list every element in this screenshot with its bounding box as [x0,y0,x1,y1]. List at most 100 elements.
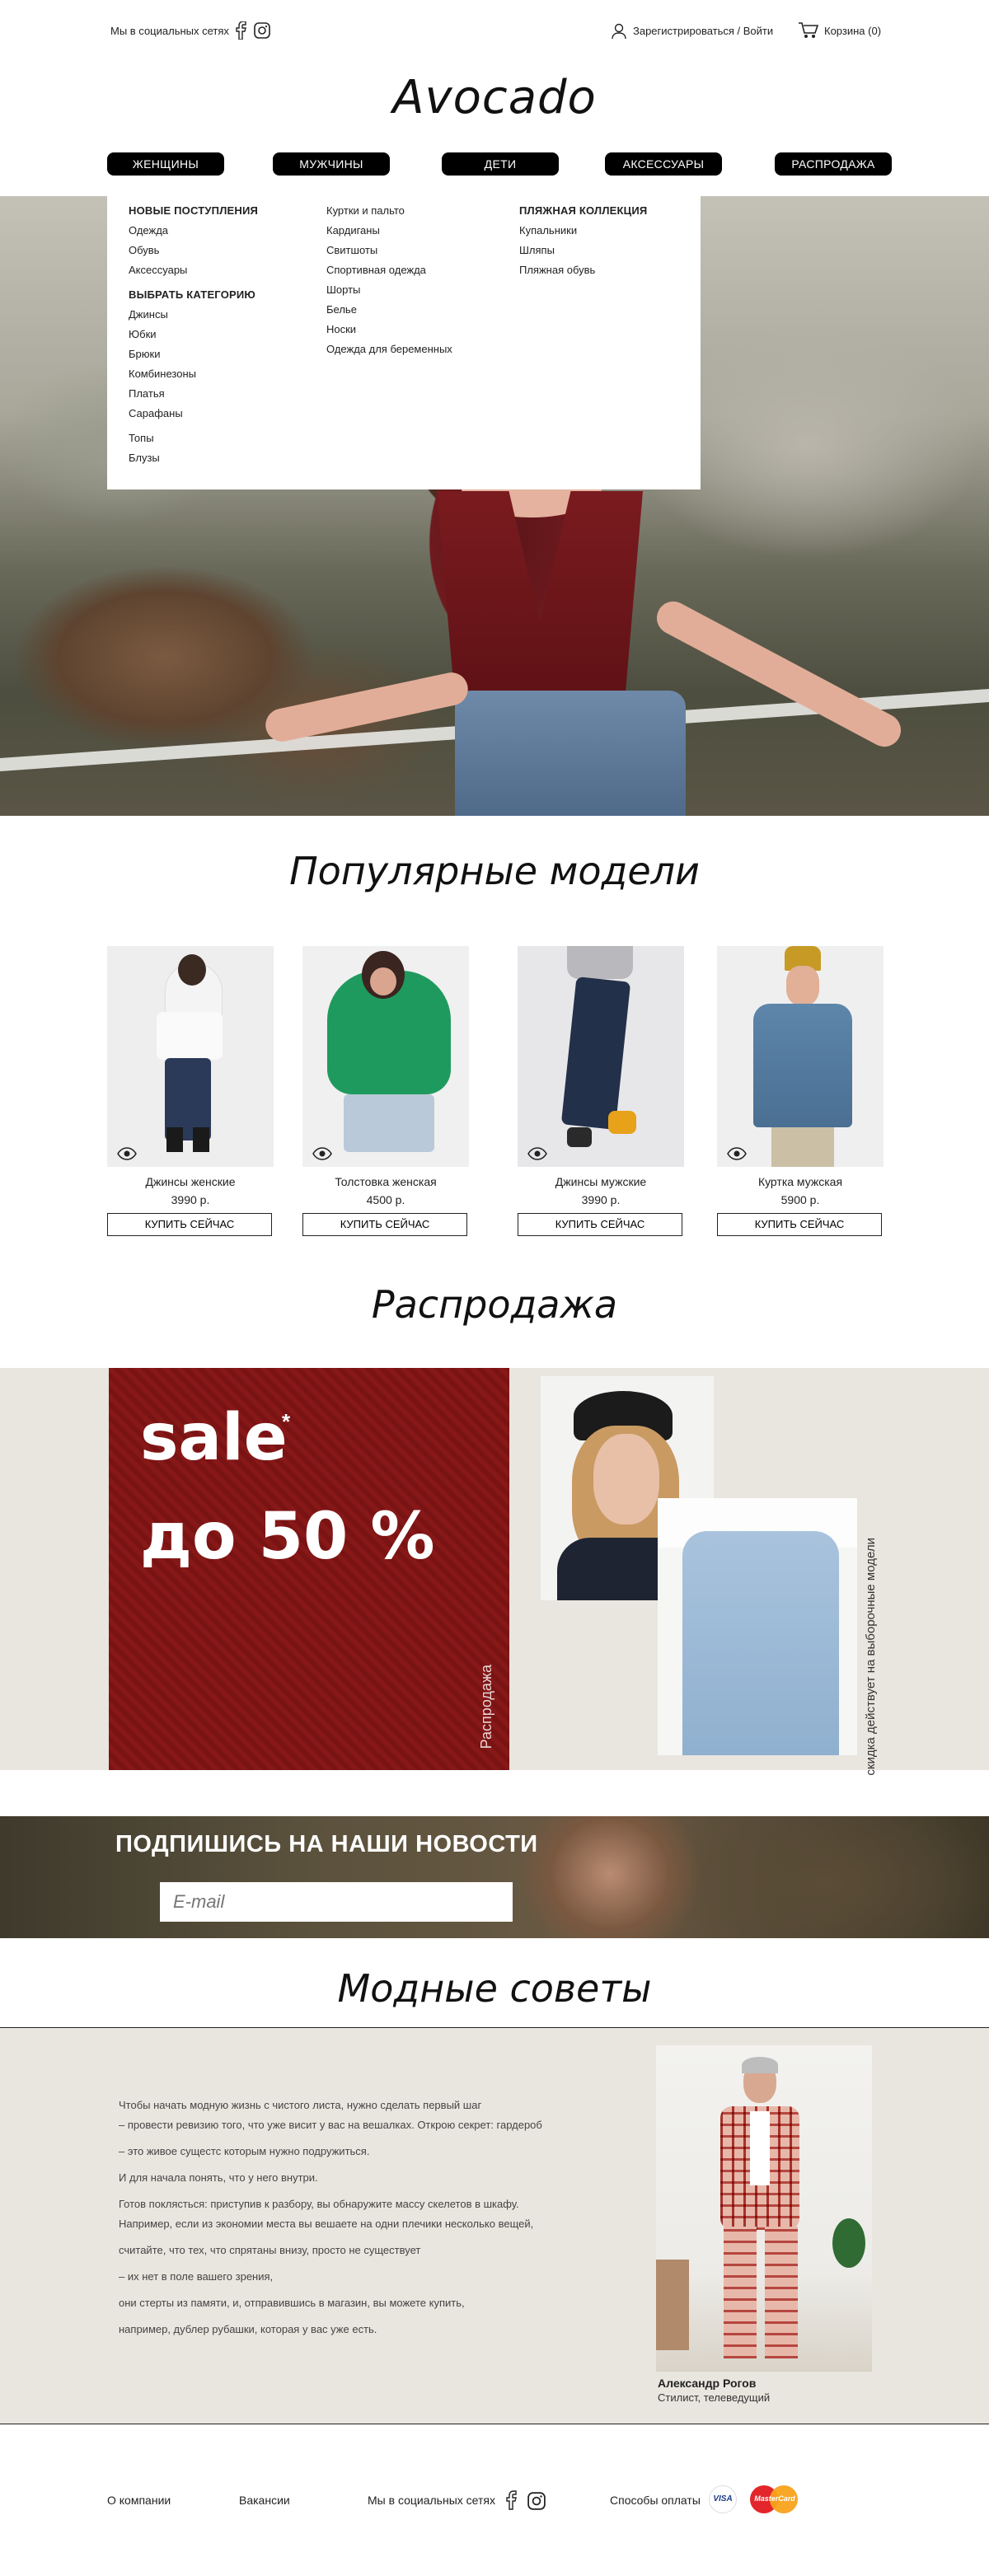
dropdown-item[interactable]: Юбки [129,325,258,344]
cart-icon[interactable] [798,21,819,40]
author-role: Стилист, телеведущий [658,2391,771,2404]
tip-text-line: они стерты из памяти, и, отправившись в … [119,2297,465,2309]
product-price: 3990 р. [581,1193,621,1206]
eye-icon[interactable] [727,1147,747,1160]
dropdown-item[interactable]: Комбинезоны [129,364,258,384]
dropdown-item[interactable]: Носки [326,320,452,340]
dropdown-item[interactable]: Сарафаны [129,404,258,424]
newsletter-title: ПОДПИШИСЬ НА НАШИ НОВОСТИ [115,1831,538,1857]
product-price: 3990 р. [171,1193,210,1206]
buy-now-button[interactable]: КУПИТЬ СЕЙЧАС [302,1213,467,1236]
product-photo[interactable] [717,946,884,1167]
author-name: Александр Рогов [658,2377,757,2390]
dropdown-heading-category: ВЫБРАТЬ КАТЕГОРИЮ [129,288,256,301]
newsletter-banner: ПОДПИШИСЬ НА НАШИ НОВОСТИ [0,1816,989,1938]
product-price: 5900 р. [780,1193,820,1206]
eye-icon[interactable] [117,1147,137,1160]
nav-men[interactable]: МУЖЧИНЫ [273,152,390,176]
dropdown-col-3: ПЛЯЖНАЯ КОЛЛЕКЦИЯ Купальники Шляпы Пляжн… [519,201,647,280]
tip-text-line: Например, если из экономии места вы веша… [119,2218,534,2230]
product-photo[interactable] [302,946,469,1167]
tips-title: Модные советы [337,1966,652,2011]
tip-text-line: – это живое сущестс которым нужно подруж… [119,2145,370,2157]
stylist-photo[interactable] [656,2045,872,2372]
product-card: Толстовка женская 4500 р. КУПИТЬ СЕЙЧАС [302,946,469,1236]
tip-text-line: – провести ревизию того, что уже висит у… [119,2119,542,2131]
sale-discount: до 50 % [140,1500,435,1574]
product-name[interactable]: Джинсы мужские [518,1175,684,1188]
nav-women[interactable]: ЖЕНЩИНЫ [107,152,224,176]
dropdown-item[interactable]: Обувь [129,241,258,260]
dropdown-item[interactable]: Кардиганы [326,221,452,241]
dropdown-item[interactable]: Одежда для беременных [326,340,452,359]
dropdown-item[interactable]: Аксессуары [129,260,258,280]
instagram-icon[interactable] [254,22,270,39]
dropdown-heading-beach: ПЛЯЖНАЯ КОЛЛЕКЦИЯ [519,204,648,217]
footer-payment-label: Способы оплаты [610,2494,701,2507]
eye-icon[interactable] [312,1147,332,1160]
product-price: 4500 р. [366,1193,405,1206]
product-photo[interactable] [107,946,274,1167]
sale-note: скидка действует на выборочные модели [864,1538,878,1776]
footer-social-label: Мы в социальных сетях [368,2494,495,2507]
nav-kids[interactable]: ДЕТИ [442,152,559,176]
tip-text-line: И для начала понять, что у него внутри. [119,2171,318,2184]
dropdown-item[interactable]: Брюки [129,344,258,364]
sale-title: Распродажа [371,1282,618,1327]
tip-text-line: Чтобы начать модную жизнь с чистого лист… [119,2099,482,2111]
dropdown-item[interactable]: Купальники [519,221,647,241]
mastercard-icon: MasterCard [750,2485,799,2513]
dropdown-heading-new: НОВЫЕ ПОСТУПЛЕНИЯ [129,204,259,217]
women-dropdown-menu: НОВЫЕ ПОСТУПЛЕНИЯ Одежда Обувь Аксессуар… [107,196,701,489]
product-card: Джинсы мужские 3990 р. КУПИТЬ СЕЙЧАС [518,946,684,1236]
dropdown-item[interactable]: Джинсы [129,305,258,325]
eye-icon[interactable] [527,1147,547,1160]
mastercard-label: MasterCard [754,2494,795,2503]
logo[interactable]: Avocado [0,71,989,124]
top-bar: Мы в социальных сетях Зарегистрироваться… [0,0,989,64]
dropdown-item[interactable]: Шорты [326,280,452,300]
dropdown-item[interactable]: Блузы [129,448,258,468]
dropdown-item[interactable]: Платья [129,384,258,404]
facebook-icon[interactable] [506,2490,518,2510]
dropdown-item[interactable]: Шляпы [519,241,647,260]
sale-vertical-label: Распродажа [478,1665,494,1749]
footer-about-link[interactable]: О компании [107,2494,171,2507]
product-name[interactable]: Куртка мужская [717,1175,884,1188]
dropdown-item[interactable]: Одежда [129,221,258,241]
footer-jobs-link[interactable]: Вакансии [239,2494,290,2507]
dropdown-item[interactable]: Спортивная одежда [326,260,452,280]
tip-text-line: считайте, что тех, что спрятаны внизу, п… [119,2244,421,2256]
email-field[interactable] [160,1882,513,1922]
buy-now-button[interactable]: КУПИТЬ СЕЙЧАС [717,1213,882,1236]
nav-accessories[interactable]: АКСЕССУАРЫ [605,152,722,176]
dropdown-col-2: Куртки и пальто Кардиганы Свитшоты Спорт… [326,201,452,359]
dropdown-col-1: НОВЫЕ ПОСТУПЛЕНИЯ Одежда Обувь Аксессуар… [129,201,258,468]
buy-now-button[interactable]: КУПИТЬ СЕЙЧАС [518,1213,682,1236]
dropdown-item[interactable]: Белье [326,300,452,320]
tip-text-line: Готов поклясться: приступив к разбору, в… [119,2198,519,2210]
dropdown-item[interactable]: Куртки и пальто [326,201,452,221]
user-icon[interactable] [612,23,626,40]
buy-now-button[interactable]: КУПИТЬ СЕЙЧАС [107,1213,272,1236]
social-label: Мы в социальных сетях [110,25,229,37]
product-name[interactable]: Джинсы женские [107,1175,274,1188]
instagram-icon[interactable] [527,2492,546,2510]
product-card: Куртка мужская 5900 р. КУПИТЬ СЕЙЧАС [717,946,884,1236]
login-link[interactable]: Зарегистрироваться / Войти [633,25,773,37]
product-name[interactable]: Толстовка женская [302,1175,469,1188]
sale-asterisk: * [282,1409,291,1434]
sale-word: sale [140,1401,288,1475]
dropdown-item[interactable]: Свитшоты [326,241,452,260]
product-photo[interactable] [518,946,684,1167]
nav-sale[interactable]: РАСПРОДАЖА [775,152,892,176]
tip-text-line: – их нет в поле вашего зрения, [119,2270,274,2283]
cart-link[interactable]: Корзина (0) [824,25,881,37]
sale-banner[interactable]: sale * до 50 % Распродажа [109,1368,509,1770]
sale-photo-jeans[interactable] [658,1498,857,1755]
hero-model-arm-right [650,595,907,753]
facebook-icon[interactable] [236,21,247,40]
dropdown-item[interactable]: Пляжная обувь [519,260,647,280]
product-card: Джинсы женские 3990 р. КУПИТЬ СЕЙЧАС [107,946,274,1236]
dropdown-item[interactable]: Топы [129,429,258,448]
